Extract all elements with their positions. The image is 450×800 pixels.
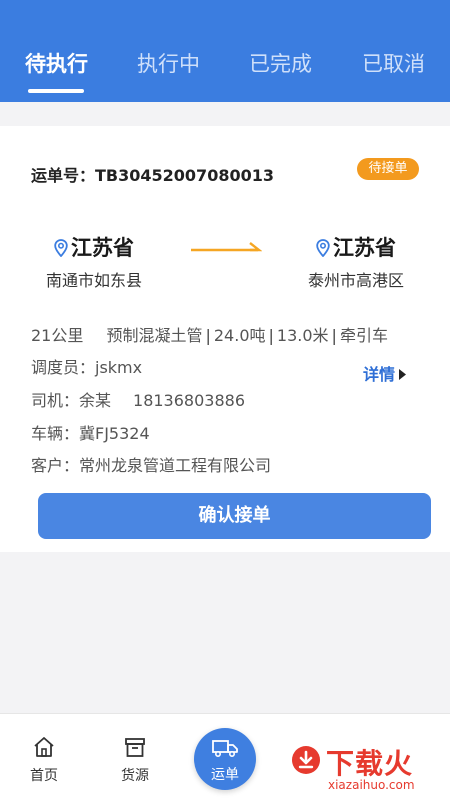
driver-phone: 18136803886: [133, 391, 245, 410]
order-number: TB30452007080013: [95, 166, 274, 185]
dispatcher: 调度员：jskmx: [31, 358, 143, 377]
origin-city: 南通市如东县: [45, 271, 142, 290]
box-icon: [125, 738, 145, 757]
location-pin-icon: [316, 239, 330, 258]
tab-pending[interactable]: 待执行: [25, 48, 88, 78]
origin-block: 江苏省 南通市如东县: [29, 232, 159, 291]
customer: 客户：常州龙泉管道工程有限公司: [31, 456, 272, 475]
home-icon: [34, 737, 54, 757]
destination-province-row: 江苏省: [291, 232, 421, 262]
route-arrow-icon: [191, 242, 262, 252]
order-number-label: 运单号：: [31, 166, 96, 185]
tab-cancelled[interactable]: 已取消: [362, 48, 425, 78]
watermark-url: xiazaihuo.com: [328, 778, 415, 792]
site-watermark: 下载火 xiazaihuo.com: [286, 740, 448, 798]
destination-province: 江苏省: [333, 236, 396, 260]
nav-home-label: 首页: [30, 768, 58, 784]
nav-home[interactable]: 首页: [14, 736, 74, 785]
watermark-text: 下载火: [326, 747, 414, 780]
truck-icon: [212, 740, 238, 758]
tab-completed[interactable]: 已完成: [249, 48, 312, 78]
nav-cargo-source[interactable]: 货源: [105, 736, 165, 785]
cargo-weight: 24.0吨: [213, 326, 266, 345]
tab-in-progress[interactable]: 执行中: [137, 48, 200, 78]
vehicle-length: 13.0米: [276, 326, 329, 345]
nav-cargo-source-label: 货源: [121, 768, 149, 784]
vehicle-type: 牵引车: [339, 326, 388, 345]
download-logo-icon: [292, 746, 320, 774]
destination-city: 泰州市高港区: [307, 271, 404, 290]
destination-block: 江苏省 泰州市高港区: [291, 232, 421, 291]
confirm-accept-button[interactable]: 确认接单: [38, 493, 431, 539]
origin-province-row: 江苏省: [29, 232, 159, 262]
status-badge: 待接单: [357, 158, 419, 180]
cargo-specs: 21公里 预制混凝土管 | 24.0吨 | 13.0米 | 牵引车: [31, 326, 388, 345]
order-number-row: 运单号：TB30452007080013: [31, 162, 274, 186]
distance: 21公里: [31, 326, 84, 345]
nav-waybill[interactable]: 运单: [194, 728, 256, 790]
caret-right-icon: [399, 369, 407, 380]
status-tabs: 待执行 执行中 已完成 已取消: [0, 48, 450, 82]
details-label: 详情: [363, 365, 396, 384]
cargo-name: 预制混凝土管: [106, 326, 203, 345]
location-pin-icon: [54, 239, 68, 258]
driver-row: 司机：余某 18136803886: [31, 387, 245, 411]
active-tab-indicator: [28, 89, 84, 93]
origin-province: 江苏省: [71, 236, 134, 260]
details-link[interactable]: 详情: [363, 361, 407, 385]
vehicle-plate: 车辆：冀FJ5324: [31, 424, 150, 443]
driver-name: 司机：余某: [31, 391, 112, 410]
nav-waybill-label: 运单: [211, 767, 239, 783]
